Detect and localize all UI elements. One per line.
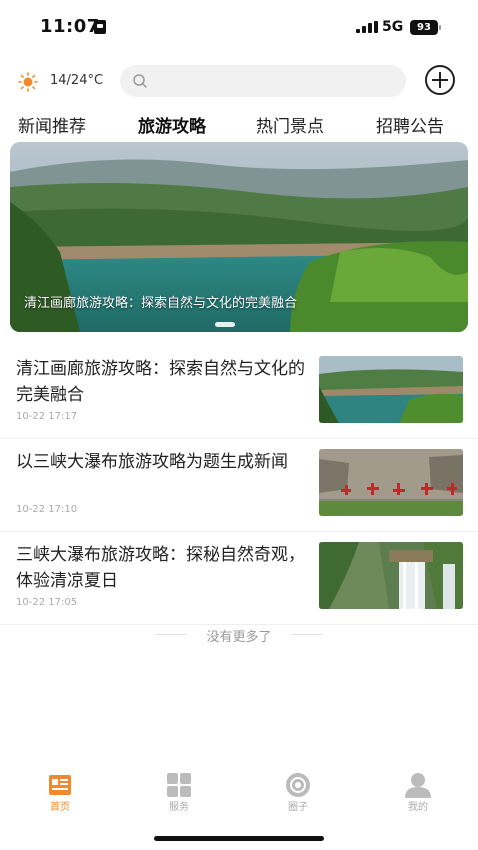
weather-text: 14/24°C [50, 73, 104, 88]
network-type: 5G [382, 19, 404, 35]
nav-label: 首页 [50, 802, 70, 813]
news-list-item[interactable]: 三峡大瀑布旅游攻略：探秘自然奇观，体验清凉夏日 10-22 17:05 [0, 532, 478, 625]
tab-recruitment[interactable]: 招聘公告 [376, 112, 444, 137]
no-more-text: 没有更多了 [206, 630, 272, 645]
home-indicator [154, 836, 324, 841]
banner-caption: 清江画廊旅游攻略：探索自然与文化的完美融合 [24, 296, 298, 311]
orientation-lock-icon [94, 20, 106, 34]
status-time: 11:07 [40, 16, 100, 37]
tab-travel-guide[interactable]: 旅游攻略 [138, 112, 206, 137]
news-time: 10-22 17:17 [16, 411, 78, 422]
news-list-item[interactable]: 以三峡大瀑布旅游攻略为题生成新闻 10-22 17:10 [0, 439, 478, 532]
tab-hot-spots[interactable]: 热门景点 [256, 112, 324, 137]
tab-news-recommend[interactable]: 新闻推荐 [18, 112, 86, 137]
news-thumbnail [319, 449, 463, 516]
news-time: 10-22 17:10 [16, 504, 78, 515]
banner-carousel[interactable]: 清江画廊旅游攻略：探索自然与文化的完美融合 [10, 142, 468, 332]
category-tabs: 新闻推荐 旅游攻略 热门景点 招聘公告 [0, 108, 478, 140]
nav-label: 我的 [408, 802, 428, 813]
search-icon [133, 74, 147, 88]
news-time: 10-22 17:05 [16, 597, 78, 608]
battery-icon: 93 [410, 20, 441, 35]
grid-icon [167, 773, 191, 797]
divider [292, 634, 322, 635]
nav-home[interactable]: 首页 [30, 766, 90, 816]
news-thumbnail [319, 542, 463, 609]
news-title: 以三峡大瀑布旅游攻略为题生成新闻 [16, 452, 288, 472]
status-bar: 11:07 5G 93 [0, 0, 478, 52]
nav-label: 服务 [169, 802, 189, 813]
user-icon [405, 773, 431, 798]
nav-profile[interactable]: 我的 [388, 766, 448, 816]
news-thumbnail [319, 356, 463, 423]
nav-circle[interactable]: 圈子 [268, 766, 328, 816]
bottom-nav: 首页 服务 圈子 我的 [0, 766, 478, 826]
nav-label: 圈子 [288, 802, 308, 813]
add-button[interactable] [424, 64, 456, 96]
search-input[interactable] [120, 65, 406, 97]
news-list-item[interactable]: 清江画廊旅游攻略：探索自然与文化的完美融合 10-22 17:17 [0, 346, 478, 439]
circle-icon [286, 773, 310, 797]
signal-icon [356, 21, 378, 33]
carousel-indicator [215, 322, 235, 327]
home-news-icon [49, 775, 71, 795]
nav-services[interactable]: 服务 [149, 766, 209, 816]
news-title: 三峡大瀑布旅游攻略：探秘自然奇观，体验清凉夏日 [16, 545, 305, 591]
news-title: 清江画廊旅游攻略：探索自然与文化的完美融合 [16, 359, 305, 405]
sun-icon [18, 72, 38, 92]
